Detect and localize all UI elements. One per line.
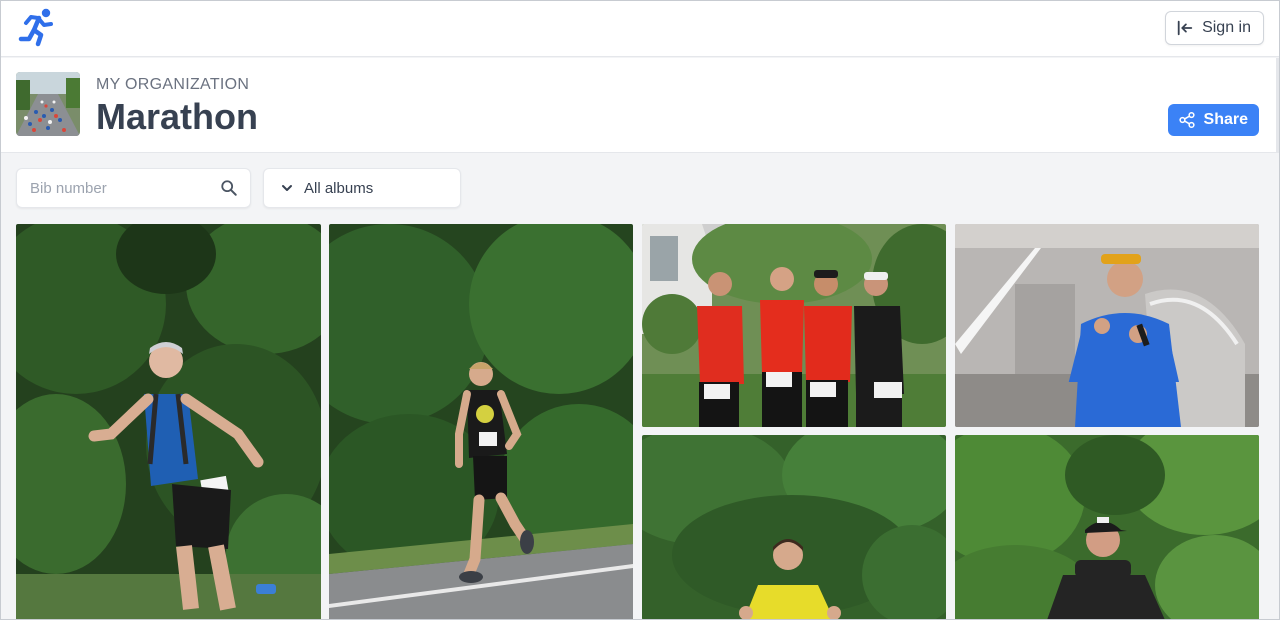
photo-runner-cap-black[interactable] [955,435,1259,620]
album-select[interactable]: All albums [263,168,461,208]
sign-in-label: Sign in [1202,19,1251,36]
share-label: Share [1203,111,1248,128]
page-title: Marathon [96,96,258,137]
search-icon[interactable] [220,179,238,197]
arrow-left-bar-icon [1177,20,1193,36]
album-select-label: All albums [304,179,374,197]
organization-name: MY ORGANIZATION [96,76,250,93]
bib-search [16,168,251,208]
share-nodes-icon [1178,111,1195,129]
photo-runner-yellow-shirt[interactable] [642,435,946,620]
event-header: MY ORGANIZATION Marathon Share [0,58,1276,153]
photo-runner-blue-vest[interactable] [16,224,321,620]
scrollbar[interactable] [1276,58,1280,153]
photo-announcer-microphone[interactable] [955,224,1259,427]
event-thumbnail [16,72,80,136]
photo-runner-black-shirt[interactable] [329,224,633,620]
running-man-icon[interactable] [14,6,58,50]
sign-in-button[interactable]: Sign in [1165,11,1264,45]
chevron-down-icon [282,185,292,191]
photo-group-red-shirts[interactable] [642,224,946,427]
bib-number-input[interactable] [17,169,212,207]
share-button[interactable]: Share [1167,104,1259,136]
top-navigation-bar: Sign in [0,0,1280,57]
